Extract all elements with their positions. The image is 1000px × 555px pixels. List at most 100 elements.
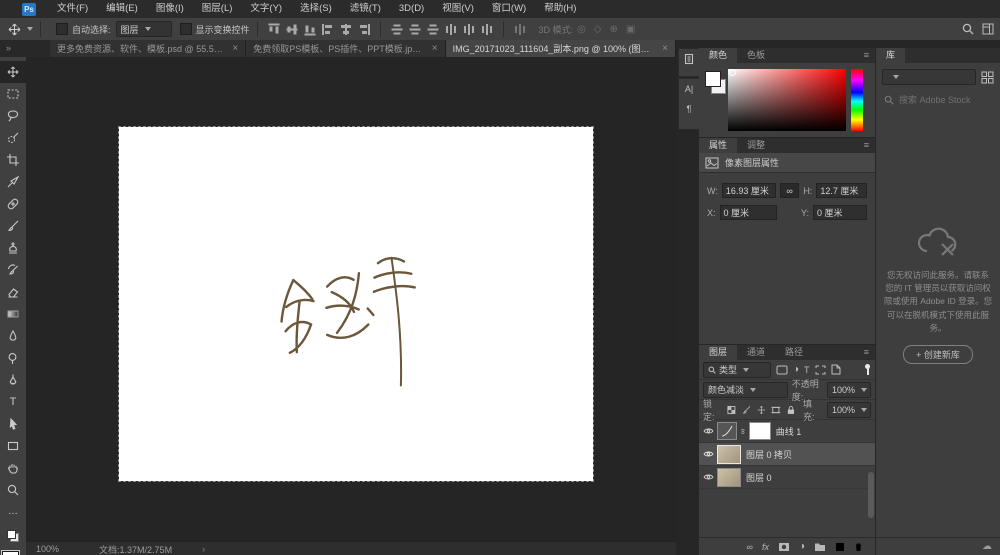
brush-tool[interactable] [0,215,26,237]
hand-tool[interactable] [0,457,26,479]
search-icon[interactable] [962,23,974,35]
align-bottom-icon[interactable] [304,23,316,35]
toolbar-collapse-icon[interactable]: » [0,40,50,57]
menu-type[interactable]: 文字(Y) [241,0,291,18]
history-panel-icon[interactable] [679,49,699,69]
healing-brush-tool[interactable] [0,193,26,215]
edit-toolbar-icon[interactable]: … [0,501,26,523]
panel-menu-icon[interactable]: ≡ [858,138,875,153]
zoom-tool[interactable] [0,479,26,501]
layer-name[interactable]: 曲线 1 [776,425,802,438]
lock-position-icon[interactable] [757,405,766,415]
blur-tool[interactable] [0,325,26,347]
distribute-right-icon[interactable] [480,23,493,35]
filter-pixel-layers-icon[interactable] [776,365,788,375]
distribute-left-icon[interactable] [444,23,457,35]
color-field[interactable] [728,69,846,131]
marquee-tool[interactable] [0,83,26,105]
align-hcenter-icon[interactable] [339,23,352,35]
hue-slider[interactable] [851,69,863,131]
fill-dropdown[interactable]: 100% [826,401,871,418]
crop-tool[interactable] [0,149,26,171]
align-left-icon[interactable] [321,23,334,35]
stock-search-input[interactable]: 搜索 Adobe Stock [899,93,971,106]
link-dimensions-icon[interactable]: ∞ [779,183,800,198]
visibility-eye-icon[interactable] [703,427,714,435]
document-tab-1[interactable]: 更多免费资源、软件、模板.psd @ 55.5% (图层 2, RG... × [50,40,247,57]
distribute-hcenter-icon[interactable] [462,23,475,35]
lock-transparent-icon[interactable] [727,405,736,415]
distribute-bottom-icon[interactable] [427,23,439,35]
create-library-button[interactable]: + 创建新库 [903,344,973,364]
status-chevron-icon[interactable]: › [202,544,205,554]
distribute-spacing-icon[interactable] [513,23,526,35]
menu-select[interactable]: 选择(S) [291,0,341,18]
foreground-background-swatches[interactable] [0,547,26,555]
path-selection-tool[interactable] [0,413,26,435]
cloud-sync-icon[interactable]: ☁ [982,541,992,552]
layer-thumbnail[interactable] [718,445,740,463]
menu-view[interactable]: 视图(V) [433,0,483,18]
panel-menu-icon[interactable]: ≡ [858,345,875,360]
delete-layer-trash-icon[interactable] [854,542,863,552]
auto-select-dropdown[interactable]: 图层 [115,21,172,37]
layer-row-curves[interactable]: ∞ 曲线 1 [699,420,875,443]
layer-row-selected[interactable]: 图层 0 拷贝 [699,443,875,466]
menu-window[interactable]: 窗口(W) [483,0,535,18]
menu-file[interactable]: 文件(F) [48,0,97,18]
new-group-folder-icon[interactable] [814,542,826,552]
pen-tool[interactable] [0,369,26,391]
layer-filter-dropdown[interactable]: 类型 [703,361,771,378]
tab-color[interactable]: 颜色 [699,48,738,63]
grid-view-icon[interactable] [981,71,994,84]
library-select-dropdown[interactable] [882,69,976,85]
layer-name[interactable]: 图层 0 拷贝 [746,448,792,461]
clone-stamp-tool[interactable] [0,237,26,259]
foreground-color-swatch[interactable] [2,551,19,555]
document-viewport[interactable] [26,57,676,541]
color-field-cursor[interactable] [729,69,736,76]
filter-type-layers-icon[interactable]: T [804,365,810,375]
link-layers-icon[interactable]: ∞ [747,542,753,552]
lock-all-icon[interactable] [787,405,795,415]
type-tool[interactable]: T [0,391,26,413]
visibility-eye-icon[interactable] [703,450,714,458]
visibility-eye-icon[interactable] [703,473,714,481]
lock-pixels-icon[interactable] [742,405,751,415]
layers-scrollbar[interactable] [868,472,874,518]
move-tool[interactable] [0,61,26,83]
menu-layer[interactable]: 图层(L) [193,0,242,18]
character-panel-icon[interactable]: A| [679,79,699,99]
align-vcenter-icon[interactable] [286,23,298,35]
tab-libraries[interactable]: 库 [876,48,906,63]
rectangle-tool[interactable] [0,435,26,457]
document-tab-active[interactable]: IMG_20171023_111604_副本.png @ 100% (图层 0 … [445,40,676,57]
height-field[interactable]: 12.7 厘米 [816,183,867,198]
3d-camera-icon[interactable]: ▣ [626,24,635,35]
new-adjustment-layer-icon[interactable]: ◑ [799,541,805,552]
tool-preset[interactable] [8,23,33,36]
filter-toggle-icon[interactable] [864,364,871,375]
menu-image[interactable]: 图像(I) [147,0,193,18]
distribute-top-icon[interactable] [391,23,403,35]
tab-properties[interactable]: 属性 [699,138,738,153]
default-colors-icon[interactable] [0,525,26,547]
new-layer-icon[interactable] [835,542,845,552]
distribute-vcenter-icon[interactable] [409,23,421,35]
filter-adjustment-layers-icon[interactable]: ◑ [793,364,799,375]
curves-adjustment-thumbnail[interactable] [718,423,736,439]
paragraph-panel-icon[interactable]: ¶ [679,99,699,119]
layer-style-fx-icon[interactable]: fx [762,542,769,552]
history-brush-tool[interactable] [0,259,26,281]
menu-filter[interactable]: 滤镜(T) [341,0,390,18]
width-field[interactable]: 16.93 厘米 [721,183,776,198]
mask-link-icon[interactable]: ∞ [738,428,747,434]
add-layer-mask-icon[interactable] [778,542,790,552]
layer-row-background[interactable]: 图层 0 [699,466,875,489]
menu-help[interactable]: 帮助(H) [535,0,585,18]
dodge-tool[interactable] [0,347,26,369]
auto-select-checkbox[interactable] [56,23,68,35]
layer-thumbnail[interactable] [718,468,740,486]
3d-roll-icon[interactable]: ◇ [594,24,602,35]
layer-name[interactable]: 图层 0 [746,471,772,484]
